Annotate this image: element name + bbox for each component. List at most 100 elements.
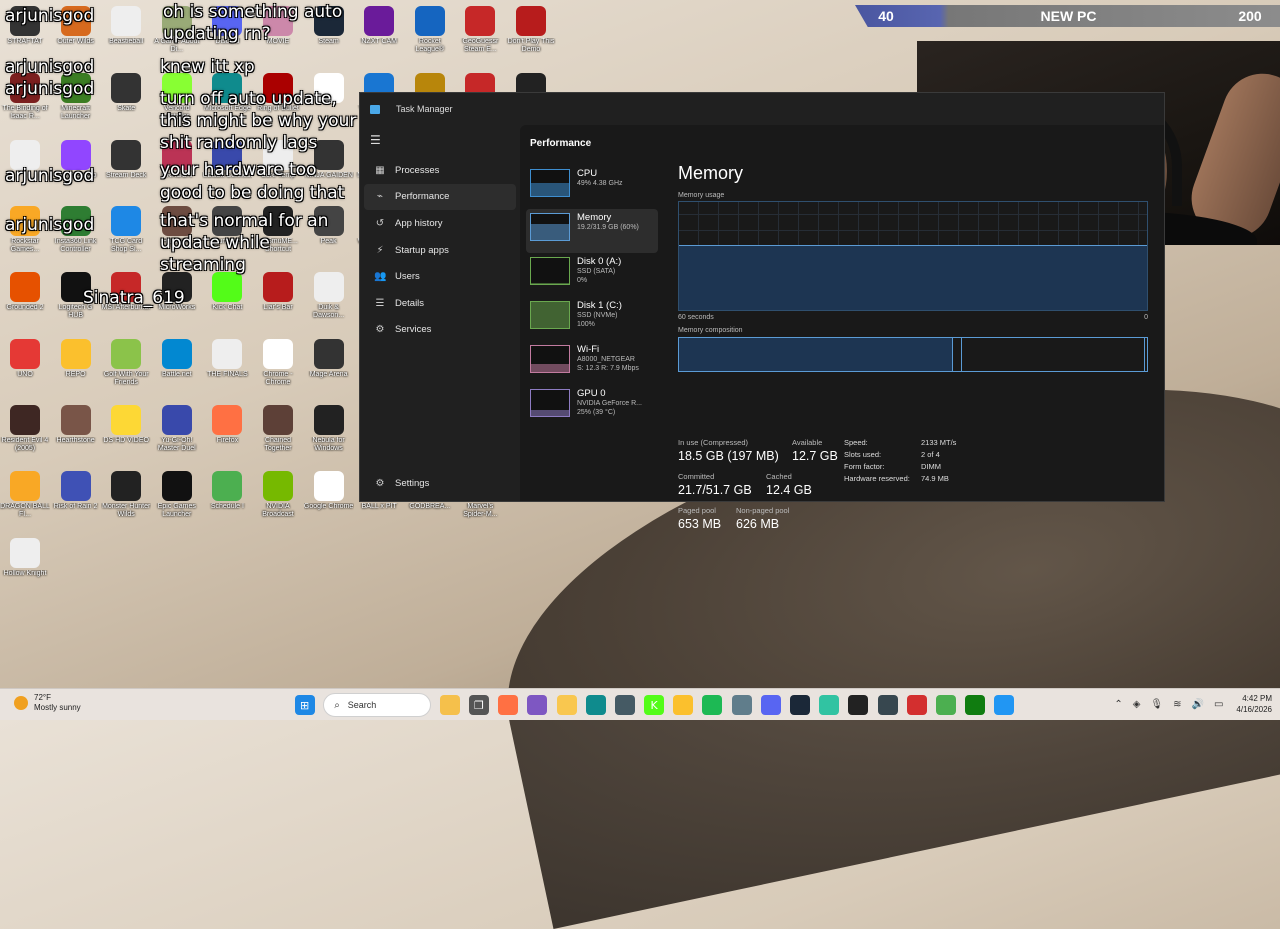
shield-icon[interactable]: ◈ [1133, 699, 1141, 710]
desktop-icon[interactable]: Resident Evil 4 (2005) [0, 401, 50, 465]
desktop-icon[interactable]: Grounded 2 [0, 268, 50, 332]
desktop-icon[interactable]: Beastieball [101, 2, 151, 66]
pen-icon[interactable] [731, 695, 752, 715]
kick-icon[interactable]: K [644, 695, 665, 715]
battery-icon[interactable]: ▭ [1214, 699, 1223, 710]
desktop-icon[interactable]: NINJA GAIDEN [304, 136, 354, 200]
task-manager-icon[interactable] [994, 695, 1015, 715]
task-view-icon[interactable]: ❐ [468, 695, 489, 715]
desktop-icon[interactable]: DRAGON BALL FI... [0, 467, 50, 531]
desktop-icon[interactable]: Battle.net [152, 335, 202, 399]
desktop-icon[interactable]: Google Chrome [304, 467, 354, 531]
desktop-icon[interactable]: GeoGuessr Steam E... [455, 2, 505, 66]
desktop-icon[interactable]: MSI Afterburner [101, 268, 151, 332]
sidebar-item-services[interactable]: ⚙ Services [364, 317, 516, 344]
chevron-up-icon[interactable]: ⌃ [1114, 699, 1122, 710]
xbox-icon[interactable] [965, 695, 986, 715]
desktop-icon[interactable] [0, 136, 50, 200]
desktop-icon[interactable]: Microsoft Edge [202, 69, 252, 133]
desktop-icon[interactable]: Monster Hunter Wilds [101, 467, 151, 531]
app-icon[interactable] [935, 695, 956, 715]
desktop-icon[interactable]: RuneLite [202, 202, 252, 266]
desktop-icon[interactable]: MOVIE [253, 2, 303, 66]
wifi-icon[interactable]: ≋ [1173, 699, 1181, 710]
hamburger-menu-icon[interactable]: ☰ [360, 129, 520, 151]
sidebar-item-users[interactable]: 👥 Users [364, 263, 516, 290]
device-item-memory[interactable]: Memory 19.2/31.9 GB (60%) [526, 209, 658, 253]
desktop-icon[interactable]: Golf With Your Friends [101, 335, 151, 399]
desktop-icon[interactable]: Vencord Installer [152, 69, 202, 133]
sidebar-item-app-history[interactable]: ↺ App history [364, 210, 516, 237]
device-item-disk-0-a-[interactable]: Disk 0 (A:) SSD (SATA) 0% [526, 253, 658, 297]
microphone-icon[interactable]: 🎙 [1150, 699, 1163, 710]
desktop-icon[interactable]: Hollow Knight [0, 534, 50, 598]
edge-icon[interactable] [585, 695, 606, 715]
desktop-icon[interactable]: Hardcore [152, 202, 202, 266]
desktop-icon[interactable]: Risk of Rain 2 [51, 467, 101, 531]
desktop-icon[interactable]: Don't Play This Demo [506, 2, 556, 66]
desktop-icon[interactable]: DRAGON [152, 136, 202, 200]
desktop-icon[interactable]: Firefox [202, 401, 252, 465]
desktop-icon[interactable]: Stream Deck [101, 136, 151, 200]
desktop-icon[interactable]: Chrome - Chrome [253, 335, 303, 399]
clock[interactable]: 4:42 PM 4/16/2026 [1236, 693, 1272, 715]
desktop-icon[interactable]: Kick Chat [202, 268, 252, 332]
desktop-icon[interactable]: Ubisoft Connect [202, 136, 252, 200]
desktop-icon[interactable]: Hearthstone [51, 401, 101, 465]
widgets-icon[interactable] [439, 695, 460, 715]
spotify-icon[interactable] [702, 695, 723, 715]
desktop-icon[interactable]: Yu-Gi-Oh! Master Duel [152, 401, 202, 465]
volume-icon[interactable]: 🔊 [1192, 699, 1204, 710]
desktop-icon[interactable]: Schedule I [202, 467, 252, 531]
desktop-icon[interactable]: Skate [101, 69, 151, 133]
desktop-icon[interactable]: Logitech G HUB [51, 268, 101, 332]
search-input[interactable]: ⌕ Search [323, 693, 432, 717]
device-item-cpu[interactable]: CPU 49% 4.38 GHz [526, 165, 658, 209]
desktop-icon[interactable]: STRAFTAT [0, 2, 50, 66]
desktop-icon[interactable]: Nebula for Windows [304, 401, 354, 465]
sidebar-item-performance[interactable]: ⌁ Performance [364, 183, 516, 211]
desktop-icon[interactable]: NVIDIA Broadcast [253, 467, 303, 531]
desktop-icon[interactable]: Rockstar Games... [0, 202, 50, 266]
desktop-icon[interactable]: UNO [0, 335, 50, 399]
streamlabs-icon[interactable] [819, 695, 840, 715]
store-icon[interactable] [614, 695, 635, 715]
sidebar-item-processes[interactable]: ▦ Processes [364, 157, 516, 184]
firefox-icon[interactable] [498, 695, 519, 715]
desktop-icon[interactable]: REPO [51, 335, 101, 399]
desktop-icon[interactable]: Discord [202, 2, 252, 66]
file-explorer-icon[interactable] [556, 695, 577, 715]
desktop-icon[interactable]: Liar's Bar [253, 268, 303, 332]
sidebar-item-details[interactable]: ☰ Details [364, 290, 516, 317]
desktop-icon[interactable]: Mage Arena [304, 335, 354, 399]
title-bar[interactable]: Task Manager [360, 93, 1164, 125]
steam-icon[interactable] [790, 695, 811, 715]
desktop-icon[interactable] [304, 69, 354, 133]
controller-icon[interactable] [877, 695, 898, 715]
notes-icon[interactable] [673, 695, 694, 715]
desktop-icon[interactable]: DS HD VIDEO [101, 401, 151, 465]
desktop-icon[interactable]: DeSmuME... Shortcut [253, 202, 303, 266]
device-item-disk-1-c-[interactable]: Disk 1 (C:) SSD (NVMe) 100% [526, 297, 658, 341]
device-item-gpu-0[interactable]: GPU 0 NVIDIA GeForce R... 25% (39 °C) [526, 385, 658, 429]
weather-widget[interactable]: 72°F Mostly sunny [14, 693, 81, 713]
sidebar-item-startup-apps[interactable]: ⚡ Startup apps [364, 237, 516, 264]
desktop-icon[interactable]: Chained Together [253, 401, 303, 465]
desktop-icon[interactable]: Core Temp [253, 136, 303, 200]
desktop-icon[interactable]: Insta360 Link Controller [51, 202, 101, 266]
task-manager-window[interactable]: Task Manager ☰ ▦ Processes ⌁ Performance ↺ Ap… [359, 92, 1165, 531]
desktop-icon[interactable]: Outer Wilds [51, 2, 101, 66]
desktop-icon[interactable]: A Game About Di... [152, 2, 202, 66]
desktop-icon[interactable]: MicroWorks [152, 268, 202, 332]
desktop-icon[interactable]: Duik & Dawson... [304, 268, 354, 332]
desktop-icon[interactable]: Ring of Bullet [253, 69, 303, 133]
device-item-wi-fi[interactable]: Wi-Fi A8000_NETGEAR S: 12.3 R: 7.9 Mbps [526, 341, 658, 385]
desktop-icon[interactable]: THE FINALS [202, 335, 252, 399]
start-icon[interactable]: ⊞ [294, 695, 315, 715]
desktop-icon[interactable]: Twitch Studio [51, 136, 101, 200]
obs-icon[interactable] [848, 695, 869, 715]
chat-icon[interactable] [906, 695, 927, 715]
desktop-icon[interactable]: Minecraft Launcher [51, 69, 101, 133]
discord-icon[interactable] [760, 695, 781, 715]
desktop-icon[interactable]: Peak [304, 202, 354, 266]
